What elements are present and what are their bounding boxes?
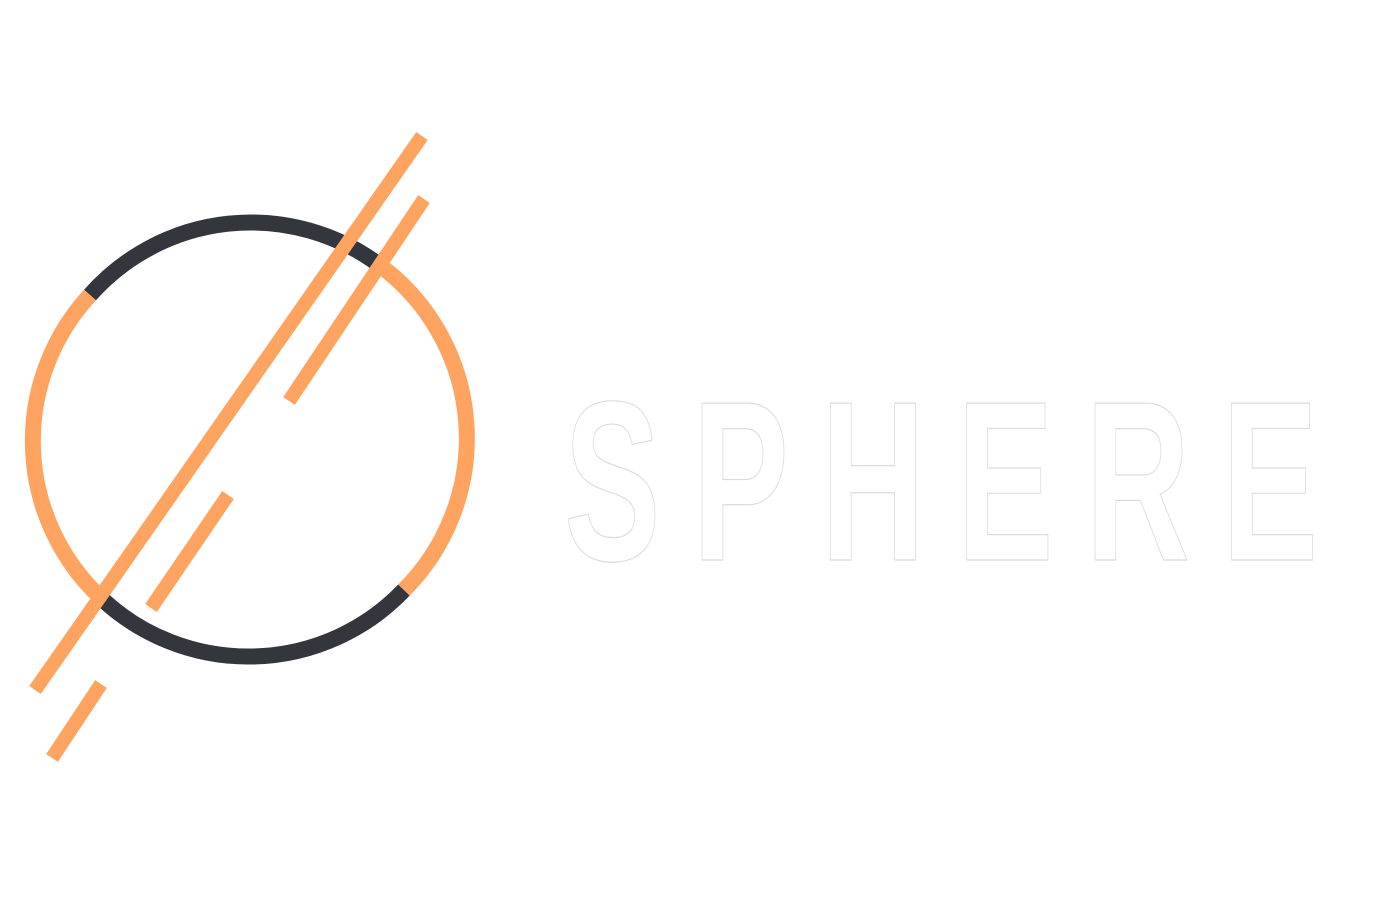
- ring-dark-bottom-arc: [95, 584, 410, 665]
- sphere-wordmark: SPHERE: [563, 372, 1350, 572]
- ring-orange-right-arc: [373, 257, 475, 596]
- sphere-logo-mark: [24, 131, 475, 762]
- wordmark-text: SPHERE: [564, 372, 1350, 572]
- slash-bottom: [46, 680, 107, 762]
- sphere-logo: SPHERE: [0, 0, 1373, 920]
- ring-orange-left-arc: [24, 289, 107, 604]
